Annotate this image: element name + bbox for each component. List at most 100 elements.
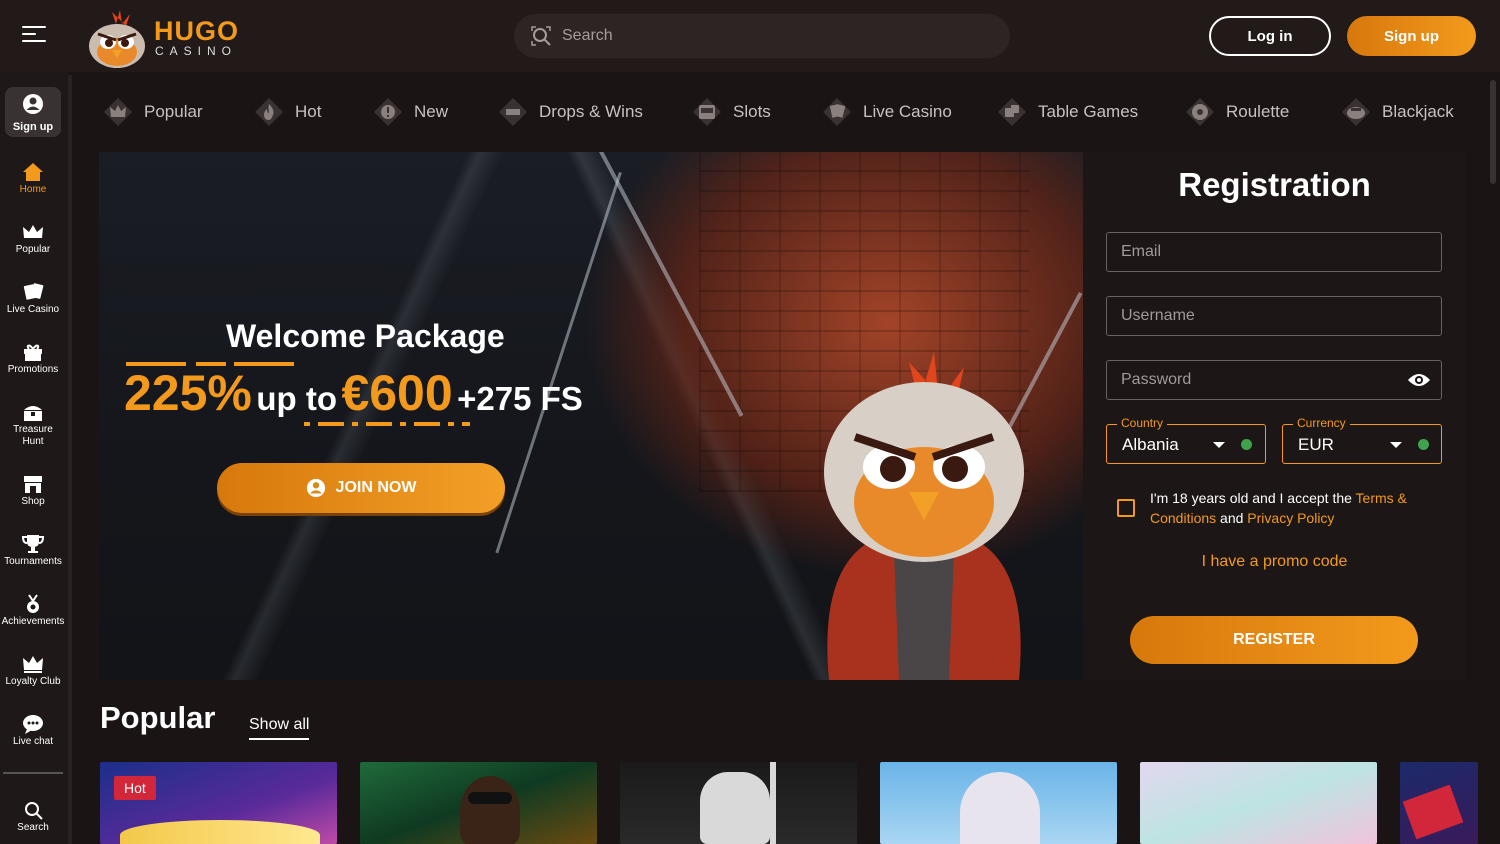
- sidebar-item-popular[interactable]: Popular: [0, 222, 66, 274]
- medal-icon: [27, 594, 39, 613]
- country-select[interactable]: Country Albania: [1106, 416, 1266, 464]
- sidebar-item-label: Live chat: [12, 736, 54, 747]
- currency-value: EUR: [1298, 435, 1334, 454]
- user-icon: [23, 94, 43, 114]
- sidebar-item-label: Live Casino: [6, 304, 60, 315]
- category-label: Roulette: [1226, 102, 1290, 121]
- password-field[interactable]: [1106, 360, 1442, 400]
- sidebar-item-label-line2: Hunt: [22, 436, 44, 447]
- game-logo-art: [120, 820, 320, 844]
- menu-toggle-icon[interactable]: [22, 26, 46, 46]
- sidebar-item-label: Home: [19, 184, 47, 195]
- registration-panel: Registration Country Albania Currency EU…: [1083, 152, 1466, 680]
- sidebar-item-label: Achievements: [1, 616, 65, 627]
- category-popular[interactable]: Popular: [102, 94, 203, 130]
- game-tile[interactable]: Hot: [100, 762, 337, 844]
- sidebar-item-live-casino[interactable]: Live Casino: [0, 282, 66, 334]
- sidebar-item-promotions[interactable]: Promotions: [0, 342, 66, 394]
- flame-icon: [255, 98, 283, 126]
- welcome-title: Welcome Package: [226, 318, 505, 354]
- game-tile[interactable]: [360, 762, 597, 844]
- game-logo-art: [1402, 784, 1464, 840]
- currency-select[interactable]: Currency EUR: [1282, 416, 1442, 464]
- category-label: Table Games: [1038, 102, 1139, 121]
- brand-subtitle: CASINO: [155, 44, 238, 58]
- category-drops-wins[interactable]: Drops & Wins: [497, 94, 643, 130]
- join-now-button[interactable]: JOIN NOW: [217, 463, 505, 513]
- page-scrollbar[interactable]: [1490, 80, 1496, 184]
- top-header: HUGO CASINO Log in Sign up: [0, 0, 1500, 72]
- terms-checkbox[interactable]: [1117, 499, 1135, 517]
- sidebar-item-label: Search: [17, 822, 49, 833]
- shop-icon: [24, 476, 42, 493]
- username-field[interactable]: [1106, 296, 1442, 336]
- sidebar-scrollbar[interactable]: [68, 75, 72, 844]
- category-hot[interactable]: Hot: [253, 94, 321, 130]
- search-icon: [25, 802, 43, 820]
- brand-name: HUGO: [154, 16, 239, 46]
- category-label: New: [414, 102, 449, 121]
- valid-check-icon: [1418, 439, 1429, 450]
- game-tile[interactable]: [1400, 762, 1478, 844]
- sidebar-item-tournaments[interactable]: Tournaments: [0, 534, 66, 586]
- terms-text: I'm 18 years old and I accept the Terms …: [1150, 488, 1440, 528]
- sidebar-signup[interactable]: Sign up: [5, 87, 61, 137]
- sidebar-item-label: Shop: [21, 496, 45, 507]
- cards-icon: [823, 98, 851, 126]
- site-logo[interactable]: HUGO CASINO: [84, 4, 244, 70]
- join-now-label: JOIN NOW: [335, 479, 417, 496]
- user-icon: [306, 478, 325, 498]
- category-blackjack[interactable]: Blackjack: [1340, 94, 1454, 130]
- sidebar-item-live-chat[interactable]: Live chat: [0, 714, 66, 766]
- chevron-down-icon: [1213, 442, 1225, 448]
- show-all-link[interactable]: Show all: [249, 716, 310, 740]
- game-tile[interactable]: [1140, 762, 1377, 844]
- valid-check-icon: [1241, 439, 1252, 450]
- sidebar-item-loyalty-club[interactable]: Loyalty Club: [0, 654, 66, 706]
- register-button[interactable]: REGISTER: [1130, 616, 1418, 664]
- category-slots[interactable]: Slots: [691, 94, 771, 130]
- sidebar-item-label: Popular: [15, 244, 51, 255]
- gift-icon: [24, 344, 42, 361]
- search-input[interactable]: [562, 27, 962, 45]
- eye-icon[interactable]: [1407, 371, 1431, 389]
- sidebar-signup-label: Sign up: [12, 121, 54, 133]
- terms-and: and: [1216, 510, 1248, 526]
- category-label: Popular: [144, 102, 203, 121]
- offer-amount: €600: [341, 365, 453, 421]
- game-tile[interactable]: [620, 762, 857, 844]
- new-badge-icon: [374, 98, 402, 126]
- decor-dashes: [304, 422, 470, 426]
- sidebar-item-search[interactable]: Search: [0, 800, 66, 840]
- crown-icon: [23, 225, 43, 238]
- category-live-casino[interactable]: Live Casino: [821, 94, 952, 130]
- sidebar-item-achievements[interactable]: Achievements: [0, 594, 66, 646]
- category-table-games[interactable]: Table Games: [996, 94, 1138, 130]
- bird-mascot-icon: [89, 10, 145, 68]
- privacy-link[interactable]: Privacy Policy: [1247, 510, 1334, 526]
- currency-legend: Currency: [1293, 416, 1350, 430]
- search-bar[interactable]: [514, 14, 1010, 58]
- dice-icon: [998, 98, 1026, 126]
- game-character-art: [460, 776, 520, 844]
- sidebar-item-home[interactable]: Home: [0, 162, 66, 214]
- sidebar-divider: [3, 772, 63, 774]
- drops-wins-icon: [499, 98, 527, 126]
- game-character-art: [960, 772, 1040, 844]
- blackjack-icon: [1342, 98, 1370, 126]
- sidebar-item-treasure-hunt[interactable]: Treasure Hunt: [0, 402, 66, 454]
- game-tile[interactable]: [880, 762, 1117, 844]
- sidebar-item-label: Treasure: [13, 424, 53, 435]
- chevron-down-icon: [1390, 442, 1402, 448]
- treasure-chest-icon: [24, 406, 42, 421]
- trophy-icon: [22, 535, 44, 553]
- chat-icon: [23, 715, 43, 734]
- promo-code-link[interactable]: I have a promo code: [1083, 553, 1466, 571]
- category-label: Hot: [295, 102, 322, 121]
- login-button[interactable]: Log in: [1209, 16, 1331, 56]
- category-new[interactable]: New: [372, 94, 448, 130]
- signup-button[interactable]: Sign up: [1347, 16, 1476, 56]
- category-roulette[interactable]: Roulette: [1184, 94, 1289, 130]
- sidebar-item-shop[interactable]: Shop: [0, 474, 66, 526]
- email-field[interactable]: [1106, 232, 1442, 272]
